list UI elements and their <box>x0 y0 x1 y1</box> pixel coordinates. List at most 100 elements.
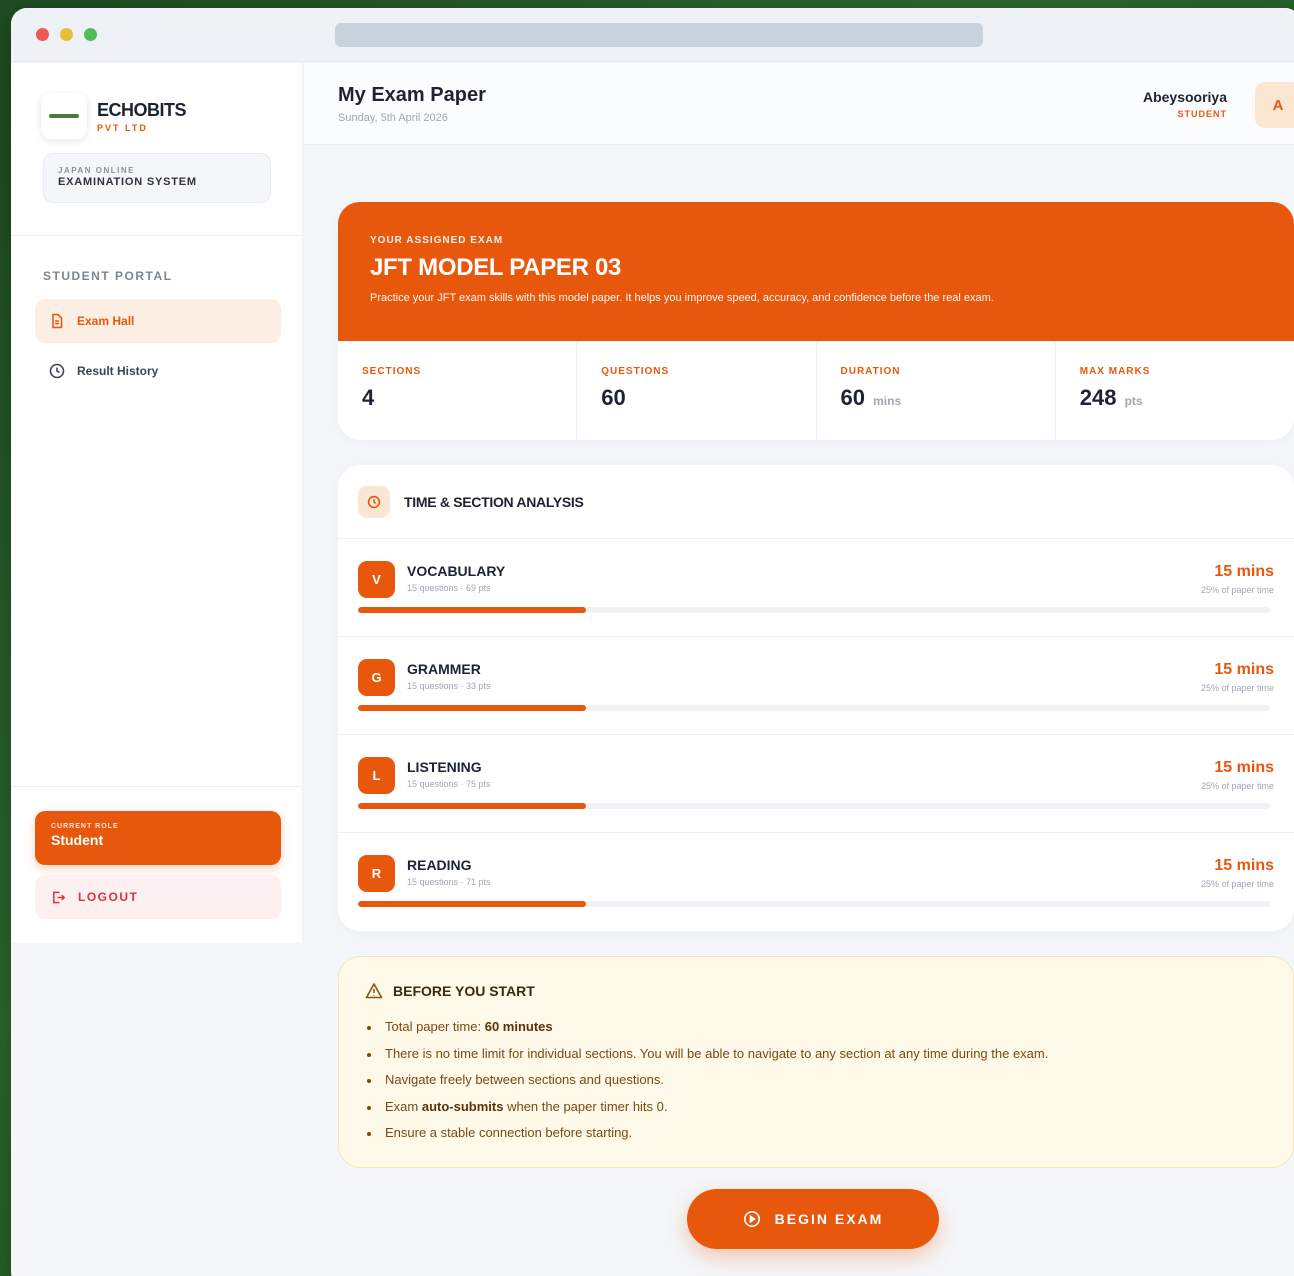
brand-subtitle: PVT LTD <box>97 122 148 133</box>
section-percent: 25% of paper time <box>1200 683 1274 693</box>
stat-label: QUESTIONS <box>601 366 670 377</box>
role-label: CURRENT ROLE <box>51 823 119 830</box>
section-row-reading: R READING 15 questions · 71 pts 15 mins 25% … <box>338 833 1294 931</box>
main-content: My Exam Paper Sunday, 5th April 2026 Abe… <box>304 63 1294 1276</box>
section-progress-fill <box>358 803 586 809</box>
section-percent: 25% of paper time <box>1200 781 1274 791</box>
title-bar <box>11 8 1294 62</box>
stat-value: 60 <box>601 385 626 410</box>
stat-max-marks: MAX MARKS 248 pts <box>1056 341 1294 440</box>
section-time: 15 mins <box>1214 759 1274 776</box>
sidebar-item-label: Exam Hall <box>77 314 135 328</box>
address-bar[interactable] <box>335 23 983 47</box>
section-badge: V <box>358 561 395 598</box>
section-badge: L <box>358 757 395 794</box>
system-line1: JAPAN ONLINE <box>58 166 135 175</box>
warning-icon <box>365 983 383 999</box>
sidebar: ECHOBITS PVT LTD JAPAN ONLINE EXAMINATIO… <box>11 63 303 943</box>
time-section-analysis: TIME & SECTION ANALYSIS V VOCABULARY 15 qu… <box>338 465 1294 931</box>
exam-eyebrow: YOUR ASSIGNED EXAM <box>370 235 504 246</box>
stat-questions: QUESTIONS 60 <box>577 341 817 440</box>
analysis-header: TIME & SECTION ANALYSIS <box>338 465 1294 539</box>
section-name: LISTENING <box>407 759 482 775</box>
sidebar-item-exam-hall[interactable]: Exam Hall <box>35 299 281 343</box>
section-percent: 25% of paper time <box>1200 585 1274 595</box>
maximize-window-button[interactable] <box>84 28 97 41</box>
section-progress-bar <box>358 803 1270 809</box>
document-icon <box>52 313 63 329</box>
section-time: 15 mins <box>1214 661 1274 678</box>
list-item: Total paper time: 60 minutes <box>365 1014 1267 1041</box>
section-progress-bar <box>358 607 1270 613</box>
stat-value: 60 <box>840 385 865 410</box>
stat-label: DURATION <box>840 366 901 377</box>
section-meta: 15 questions · 33 pts <box>407 681 491 691</box>
logout-icon <box>53 891 66 903</box>
section-meta: 15 questions · 75 pts <box>407 779 491 789</box>
role-value: Student <box>51 832 104 848</box>
section-row-grammer: G GRAMMER 15 questions · 33 pts 15 mins 25% … <box>338 637 1294 735</box>
close-window-button[interactable] <box>36 28 49 41</box>
section-meta: 15 questions · 71 pts <box>407 877 491 887</box>
play-circle-icon <box>743 1211 760 1227</box>
section-progress-fill <box>358 607 586 613</box>
page-date: Sunday, 5th April 2026 <box>338 112 448 124</box>
note-title: BEFORE YOU START <box>393 983 535 999</box>
system-badge: JAPAN ONLINE EXAMINATION SYSTEM <box>43 153 271 203</box>
section-time: 15 mins <box>1214 857 1274 874</box>
note-list: Total paper time: 60 minutes There is no… <box>365 1014 1267 1147</box>
exam-description: Practice your JFT exam skills with this … <box>370 292 994 304</box>
brand-name: ECHOBITS <box>97 99 187 120</box>
page-header: My Exam Paper Sunday, 5th April 2026 Abe… <box>304 63 1294 145</box>
divider <box>11 786 303 787</box>
section-progress-fill <box>358 705 586 711</box>
section-name: VOCABULARY <box>407 563 506 579</box>
section-name: GRAMMER <box>407 661 481 677</box>
section-time: 15 mins <box>1214 563 1274 580</box>
user-role: STUDENT <box>1177 109 1227 119</box>
stat-unit: mins <box>873 394 902 408</box>
analysis-title: TIME & SECTION ANALYSIS <box>404 493 584 510</box>
browser-window: ECHOBITS PVT LTD JAPAN ONLINE EXAMINATIO… <box>11 8 1294 1276</box>
assigned-exam-card: YOUR ASSIGNED EXAM JFT MODEL PAPER 03 Pr… <box>338 202 1294 440</box>
exam-title: JFT MODEL PAPER 03 <box>370 254 622 281</box>
stat-label: MAX MARKS <box>1079 366 1151 377</box>
brand-logo <box>41 93 87 139</box>
section-progress-bar <box>358 705 1270 711</box>
current-role-card: CURRENT ROLE Student <box>35 811 281 865</box>
stat-duration: DURATION 60 mins <box>817 341 1056 440</box>
begin-exam-label: BEGIN EXAM <box>774 1211 884 1227</box>
clock-icon <box>358 485 390 518</box>
section-badge: R <box>358 855 395 892</box>
page-title: My Exam Paper <box>338 84 486 106</box>
stat-sections: SECTIONS 4 <box>338 341 578 440</box>
exam-banner: YOUR ASSIGNED EXAM JFT MODEL PAPER 03 Pr… <box>338 202 1294 341</box>
list-item: Navigate freely between sections and que… <box>365 1067 1267 1094</box>
sidebar-item-result-history[interactable]: Result History <box>35 349 281 393</box>
stat-unit: pts <box>1124 394 1143 408</box>
sidebar-item-label: Result History <box>77 364 159 378</box>
avatar[interactable]: A <box>1255 82 1294 128</box>
begin-exam-button[interactable]: BEGIN EXAM <box>687 1189 939 1249</box>
divider <box>11 235 303 236</box>
portal-section-label: STUDENT PORTAL <box>43 269 173 283</box>
section-percent: 25% of paper time <box>1200 879 1274 889</box>
list-item: Exam auto-submits when the paper timer h… <box>365 1094 1267 1121</box>
list-item: There is no time limit for individual se… <box>365 1041 1267 1068</box>
section-badge: G <box>358 659 395 696</box>
logout-button[interactable]: LOGOUT <box>35 875 281 919</box>
list-item: Ensure a stable connection before starti… <box>365 1120 1267 1147</box>
exam-stats: SECTIONS 4 QUESTIONS 60 DURATION 60 mins… <box>338 341 1294 440</box>
section-row-listening: L LISTENING 15 questions · 75 pts 15 mins 25… <box>338 735 1294 833</box>
system-line2: EXAMINATION SYSTEM <box>58 176 197 188</box>
user-name: Abeysooriya <box>1142 89 1227 105</box>
brand[interactable]: ECHOBITS PVT LTD <box>41 93 187 139</box>
logout-label: LOGOUT <box>78 890 139 904</box>
section-name: READING <box>407 857 472 873</box>
section-row-vocabulary: V VOCABULARY 15 questions · 69 pts 15 mins 2… <box>338 539 1294 637</box>
section-list: V VOCABULARY 15 questions · 69 pts 15 mins 2… <box>338 539 1294 931</box>
before-you-start-card: BEFORE YOU START Total paper time: 60 mi… <box>338 956 1294 1168</box>
minimize-window-button[interactable] <box>60 28 73 41</box>
section-meta: 15 questions · 69 pts <box>407 583 491 593</box>
section-progress-bar <box>358 901 1270 907</box>
